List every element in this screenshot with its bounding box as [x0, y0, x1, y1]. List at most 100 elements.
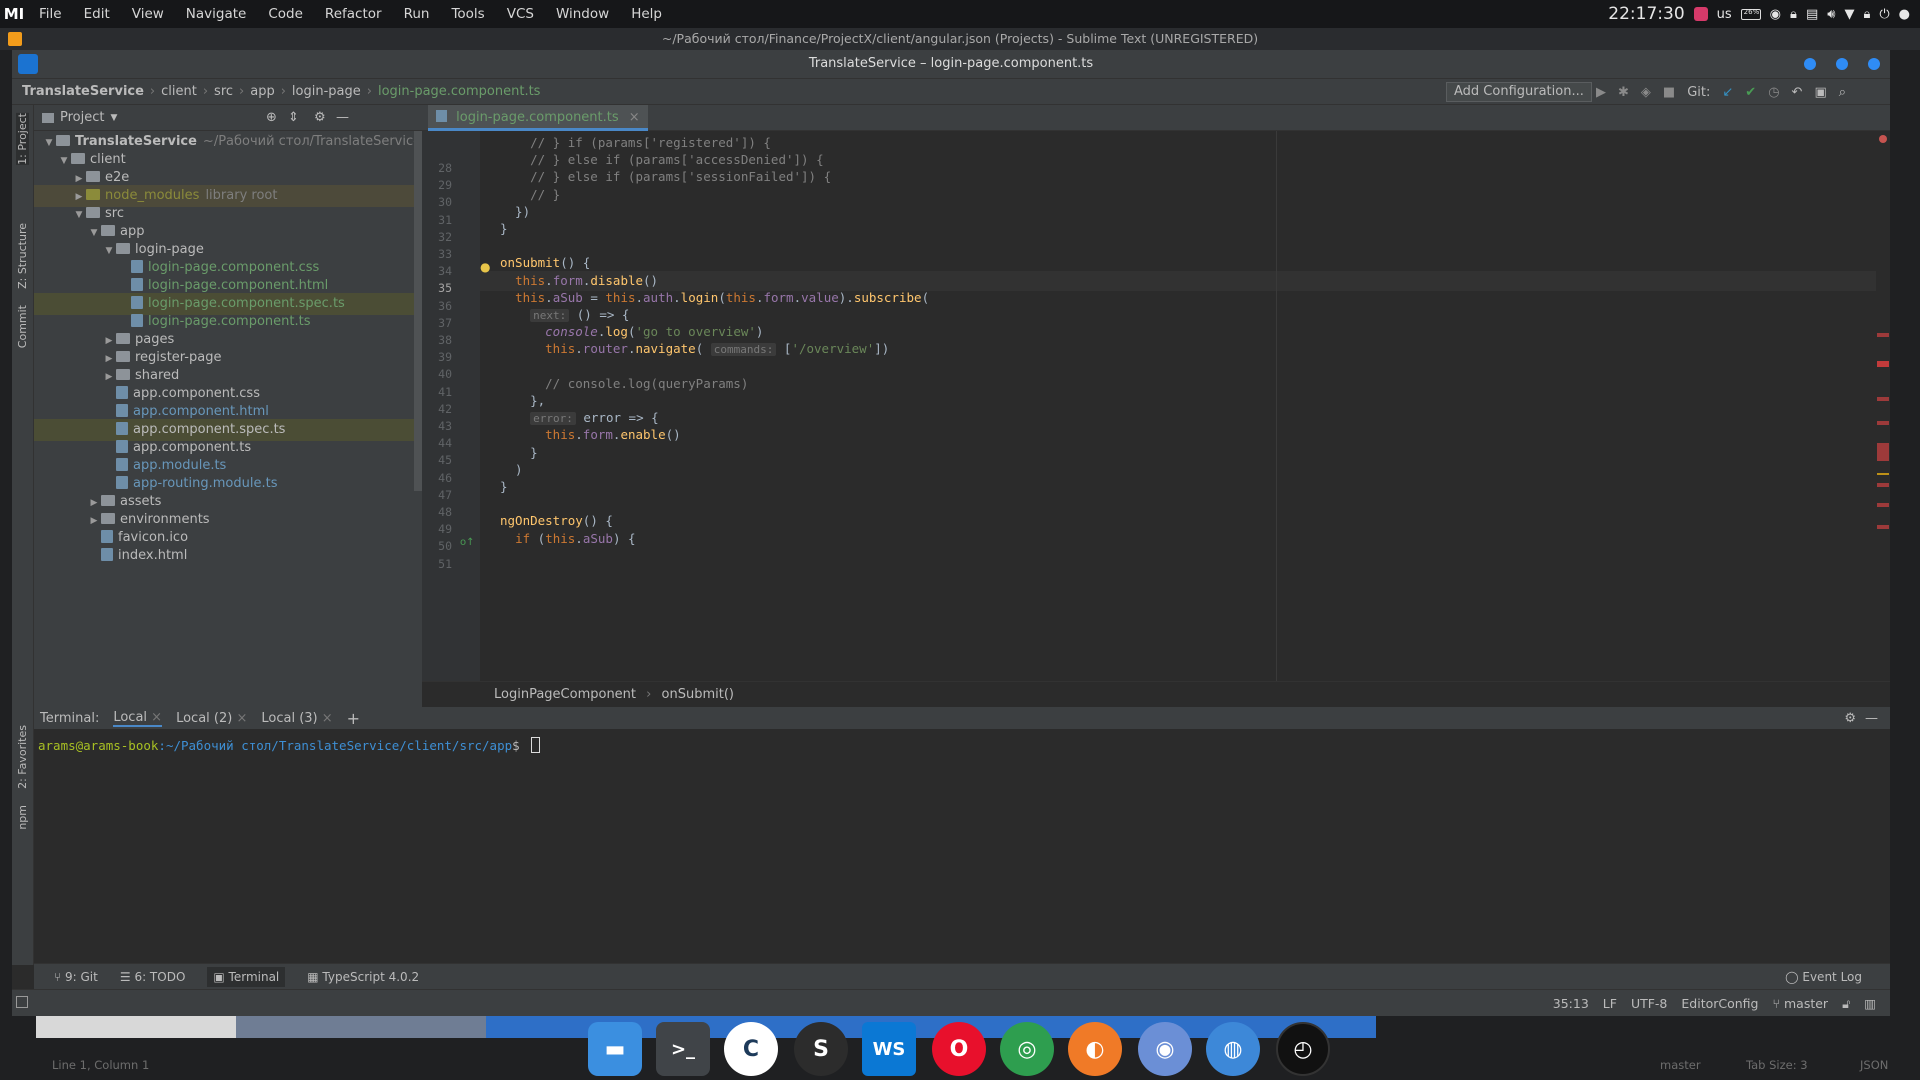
commit-tool-tab[interactable]: Commit: [16, 305, 29, 348]
breadcrumb-method[interactable]: onSubmit(): [662, 687, 734, 702]
breadcrumb-item[interactable]: app: [250, 84, 274, 99]
close-icon[interactable]: ×: [236, 711, 247, 726]
breadcrumb-item[interactable]: login-page: [292, 84, 361, 99]
git-history-icon[interactable]: ◷: [1768, 85, 1779, 100]
git-rollback-icon[interactable]: ↶: [1792, 85, 1803, 100]
typescript-tool-button[interactable]: ▦ TypeScript 4.0.2: [307, 970, 419, 984]
code-line[interactable]: console.log('go to overview'): [500, 324, 763, 339]
menu-item-file[interactable]: File: [39, 6, 62, 22]
close-icon[interactable]: ×: [322, 711, 333, 726]
memory-indicator-icon[interactable]: ▥: [1864, 996, 1876, 1011]
locate-icon[interactable]: ⊕: [266, 110, 277, 125]
debug-icon[interactable]: ✱: [1618, 85, 1629, 100]
screen-lock-icon[interactable]: 🔒︎: [1863, 7, 1870, 22]
maximize-button[interactable]: [1836, 58, 1848, 70]
breadcrumb-item[interactable]: src: [214, 84, 233, 99]
code-line[interactable]: if (this.aSub) {: [500, 531, 635, 546]
menu-item-refactor[interactable]: Refactor: [325, 6, 382, 22]
distro-logo[interactable]: MI: [0, 5, 28, 23]
code-line[interactable]: // } if (params['registered']) {: [500, 135, 771, 150]
battery-indicator[interactable]: 26%: [1740, 8, 1761, 20]
code-line[interactable]: }): [500, 204, 530, 219]
git-branch[interactable]: ⑂ master: [1773, 996, 1829, 1011]
terminal-tab-local[interactable]: Local ×: [113, 710, 163, 727]
todo-tool-button[interactable]: ☰ 6: TODO: [120, 970, 186, 984]
power-icon[interactable]: ⏻: [1879, 7, 1889, 22]
git-commit-icon[interactable]: ✔: [1745, 85, 1756, 100]
gear-icon[interactable]: ⚙: [1844, 711, 1856, 726]
layout-icon[interactable]: ▣: [1814, 85, 1826, 100]
tab-login-page-component-ts[interactable]: login-page.component.ts ×: [428, 105, 648, 131]
add-configuration-button[interactable]: Add Configuration...: [1446, 82, 1592, 102]
project-tool-tab[interactable]: 1: Project: [16, 113, 29, 165]
toggle-tool-windows-icon[interactable]: [16, 996, 28, 1008]
line-separator[interactable]: LF: [1603, 996, 1617, 1011]
menu-item-edit[interactable]: Edit: [84, 6, 110, 22]
project-view-selector[interactable]: Project: [60, 110, 104, 125]
code-line[interactable]: this.router.navigate( commands: ['/overv…: [500, 341, 889, 357]
volume-icon[interactable]: 🔊︎: [1827, 7, 1835, 22]
code-line[interactable]: this.form.enable(): [500, 427, 681, 442]
close-button[interactable]: [1868, 58, 1880, 70]
breadcrumb-class[interactable]: LoginPageComponent: [494, 687, 636, 702]
favorites-tool-tab[interactable]: 2: Favorites: [16, 725, 29, 789]
git-tool-button[interactable]: ⑂ 9: Git: [54, 970, 98, 984]
code-line[interactable]: }: [500, 221, 508, 236]
code-line[interactable]: onSubmit() {: [500, 255, 590, 270]
breadcrumb-item[interactable]: TranslateService: [22, 84, 144, 99]
clock[interactable]: 22:17:30: [1608, 4, 1684, 24]
menu-item-help[interactable]: Help: [631, 6, 662, 22]
gear-icon[interactable]: ⚙: [314, 110, 326, 125]
editor-scrollbar[interactable]: [1876, 131, 1890, 681]
coverage-icon[interactable]: ◈: [1641, 85, 1651, 100]
menu-item-navigate[interactable]: Navigate: [186, 6, 247, 22]
caret-position[interactable]: 35:13: [1553, 996, 1589, 1011]
stop-icon[interactable]: ■: [1663, 85, 1675, 100]
search-icon[interactable]: ⌕: [1839, 85, 1846, 100]
hide-panel-icon[interactable]: —: [336, 110, 349, 125]
run-icon[interactable]: ▶: [1596, 85, 1606, 100]
app-indicator-icon[interactable]: [1693, 7, 1708, 21]
code-line[interactable]: }: [500, 445, 538, 460]
code-line[interactable]: }: [500, 479, 508, 494]
terminal-prompt[interactable]: arams@arams-book:~/Рабочий стол/Translat…: [38, 737, 541, 753]
keyboard-layout[interactable]: us: [1717, 7, 1732, 22]
terminal-tool-button[interactable]: ▣ Terminal: [207, 966, 286, 987]
code-line[interactable]: this.form.disable(): [500, 273, 658, 288]
network-icon[interactable]: ◉: [1770, 7, 1781, 22]
menu-item-vcs[interactable]: VCS: [507, 6, 534, 22]
code-line[interactable]: next: () => {: [500, 307, 629, 322]
clipboard-icon[interactable]: ▤: [1806, 7, 1818, 22]
git-update-icon[interactable]: ↙: [1722, 85, 1733, 100]
collapse-all-icon[interactable]: ⇕: [288, 110, 299, 125]
code-line[interactable]: // } else if (params['sessionFailed']) {: [500, 169, 831, 184]
tree-file[interactable]: index.html: [34, 545, 420, 567]
code-line[interactable]: error: error => {: [500, 410, 659, 426]
intention-bulb-icon[interactable]: ●: [480, 260, 490, 274]
breadcrumb-item[interactable]: login-page.component.ts: [378, 84, 541, 99]
wifi-icon[interactable]: ▼: [1844, 7, 1854, 22]
menu-item-window[interactable]: Window: [556, 6, 609, 22]
code-line[interactable]: ngOnDestroy() {: [500, 513, 613, 528]
breadcrumb-item[interactable]: client: [161, 84, 197, 99]
code-line[interactable]: // console.log(queryParams): [500, 376, 748, 391]
close-icon[interactable]: ×: [151, 710, 162, 725]
menu-item-run[interactable]: Run: [404, 6, 430, 22]
npm-tool-tab[interactable]: npm: [16, 805, 29, 830]
structure-tool-tab[interactable]: Z: Structure: [16, 223, 29, 289]
user-icon[interactable]: ●: [1899, 7, 1910, 22]
code-line[interactable]: // }: [500, 187, 560, 202]
code-line[interactable]: ): [500, 462, 523, 477]
readonly-lock-icon[interactable]: 🔓︎: [1842, 996, 1850, 1012]
new-terminal-icon[interactable]: +: [347, 709, 360, 728]
menu-item-view[interactable]: View: [132, 6, 164, 22]
menu-item-tools[interactable]: Tools: [451, 6, 484, 22]
hide-panel-icon[interactable]: —: [1865, 711, 1878, 726]
editorconfig-indicator[interactable]: EditorConfig: [1681, 996, 1758, 1011]
project-scrollbar[interactable]: [414, 131, 422, 491]
event-log-button[interactable]: ◯ Event Log: [1785, 970, 1862, 984]
chevron-down-icon[interactable]: ▼: [110, 113, 117, 123]
lock-icon[interactable]: 🔒︎: [1790, 7, 1797, 22]
file-encoding[interactable]: UTF-8: [1631, 996, 1667, 1011]
code-line[interactable]: this.aSub = this.auth.login(this.form.va…: [500, 290, 929, 305]
